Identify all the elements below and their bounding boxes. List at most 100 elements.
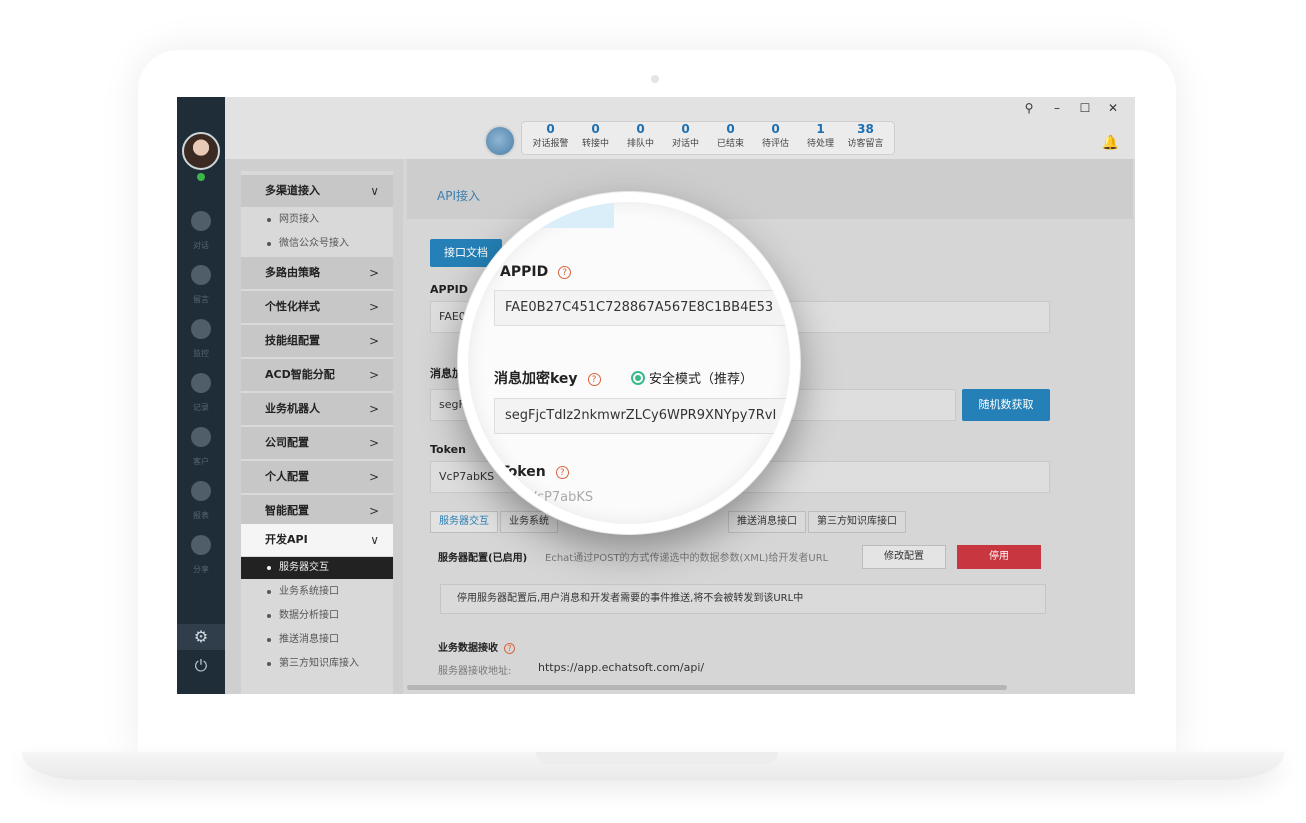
- menu-sub-web[interactable]: 网页接入: [241, 209, 393, 231]
- chevron-right-icon: >: [368, 470, 379, 484]
- rail-item-chat[interactable]: 对话: [177, 205, 225, 251]
- stats-bar: 0 对话报警 0 转接中 0 排队中 0 对话中 0 已结束 0 待评估 1 待处理 38 访客…: [521, 121, 895, 155]
- menu-sub-wechat[interactable]: 微信公众号接入: [241, 233, 393, 255]
- menu-group-label: 智能配置: [265, 504, 309, 517]
- biz-data-title-text: 业务数据接收: [438, 643, 498, 654]
- edit-config-button[interactable]: 修改配置: [862, 545, 946, 569]
- magnifier-lens: APPID? FAE0B27C451C728867A567E8C1BB4E53 …: [458, 192, 800, 534]
- menu-group-company[interactable]: 公司配置 >: [241, 427, 393, 459]
- rail-label: 留言: [193, 295, 209, 304]
- chevron-right-icon: >: [368, 300, 379, 314]
- menu-group-skills[interactable]: 技能组配置 >: [241, 325, 393, 357]
- rail-label: 对话: [193, 241, 209, 250]
- rail-label: 监控: [193, 349, 209, 358]
- left-rail: 对话 留言 监控 记录 客户 报表 分享 ⚙ ⏻: [177, 97, 225, 694]
- menu-sub-push-api[interactable]: 推送消息接口: [241, 629, 393, 651]
- menu-group-multichannel[interactable]: 多渠道接入 ∨: [241, 175, 393, 207]
- bell-icon[interactable]: 🔔: [1102, 135, 1119, 151]
- biz-url-label: 服务器接收地址:: [438, 666, 512, 677]
- lens-appid-label-text: APPID: [500, 264, 549, 280]
- help-icon[interactable]: ?: [555, 465, 569, 479]
- menu-group-label: 个人配置: [265, 470, 309, 483]
- help-icon[interactable]: ?: [558, 265, 572, 279]
- menu-group-dev-api[interactable]: 开发API ∨: [241, 524, 393, 556]
- stat-ended[interactable]: 0 已结束: [708, 122, 753, 154]
- menu-sub-analytics-api[interactable]: 数据分析接口: [241, 605, 393, 627]
- stat-queued[interactable]: 0 排队中: [618, 122, 663, 154]
- minimize-icon[interactable]: –: [1043, 101, 1071, 115]
- share-icon: [191, 535, 211, 555]
- stat-label: 待处理: [806, 139, 834, 149]
- help-icon[interactable]: ?: [587, 372, 601, 386]
- rail-item-records[interactable]: 记录: [177, 367, 225, 413]
- tab-knowledge-base[interactable]: 第三方知识库接口: [808, 511, 906, 533]
- rail-item-share[interactable]: 分享: [177, 529, 225, 575]
- stat-number: 0: [591, 122, 600, 136]
- help-icon[interactable]: ?: [504, 642, 515, 654]
- eye-icon: [191, 319, 211, 339]
- close-icon[interactable]: ✕: [1099, 101, 1127, 115]
- stat-in-chat[interactable]: 0 对话中: [663, 122, 708, 154]
- lens-appid-field[interactable]: FAE0B27C451C728867A567E8C1BB4E53: [494, 290, 790, 326]
- maximize-icon[interactable]: ☐: [1071, 101, 1099, 115]
- rail-item-reports[interactable]: 报表: [177, 475, 225, 521]
- chevron-right-icon: >: [368, 266, 379, 280]
- stat-transferring[interactable]: 0 转接中: [573, 122, 618, 154]
- chevron-right-icon: >: [368, 436, 379, 450]
- avatar[interactable]: [182, 132, 220, 170]
- server-config-row: 服务器配置(已启用) Echat通过POST的方式传递选中的数据参数(XML)给…: [430, 545, 1050, 583]
- rail-item-customers[interactable]: 客户: [177, 421, 225, 467]
- safe-mode-radio[interactable]: 安全模式（推荐）: [631, 368, 753, 387]
- pie-chart-icon: [191, 481, 211, 501]
- power-icon: ⏻: [194, 656, 208, 675]
- stat-number: 0: [636, 122, 645, 136]
- menu-group-label: 多路由策略: [265, 266, 320, 279]
- token-label: Token: [430, 443, 466, 456]
- disable-notice: 停用服务器配置后,用户消息和开发者需要的事件推送,将不会被转发到该URL中: [440, 584, 1046, 614]
- disable-button[interactable]: 停用: [957, 545, 1041, 569]
- menu-sub-server-interaction[interactable]: 服务器交互: [241, 557, 393, 579]
- lens-content: APPID? FAE0B27C451C728867A567E8C1BB4E53 …: [468, 202, 790, 524]
- stat-label: 对话中: [671, 139, 699, 149]
- stat-number: 1: [816, 122, 825, 136]
- menu-sub-knowledge-base[interactable]: 第三方知识库接入: [241, 653, 393, 675]
- rail-item-messages[interactable]: 留言: [177, 259, 225, 305]
- safe-mode-label: 安全模式（推荐）: [649, 372, 754, 387]
- stat-number: 0: [771, 122, 780, 136]
- menu-group-label: 开发API: [265, 533, 308, 546]
- contact-card-icon: [191, 427, 211, 447]
- chevron-down-icon: ∨: [370, 184, 379, 198]
- laptop-mockup: 对话 留言 监控 记录 客户 报表 分享 ⚙ ⏻ ⚲ – ☐ ✕ 0 对话报警 0 转接中…: [0, 0, 1306, 823]
- power-button[interactable]: ⏻: [177, 653, 225, 679]
- chevron-right-icon: >: [368, 368, 379, 382]
- stat-to-evaluate[interactable]: 0 待评估: [753, 122, 798, 154]
- stat-visitor-messages[interactable]: 38 访客留言: [843, 122, 888, 154]
- camera-dot: [651, 75, 659, 83]
- menu-group-label: 业务机器人: [265, 402, 320, 415]
- stat-alerts[interactable]: 0 对话报警: [528, 122, 573, 154]
- biz-data-title: 业务数据接收?: [438, 639, 515, 654]
- menu-sub-business-api[interactable]: 业务系统接口: [241, 581, 393, 603]
- lens-key-field[interactable]: segFjcTdIz2nkmwrZLCy6WPR9XNYpy7RvI: [494, 398, 790, 434]
- menu-group-acd[interactable]: ACD智能分配 >: [241, 359, 393, 391]
- online-status-dot: [197, 173, 205, 181]
- menu-group-robot[interactable]: 业务机器人 >: [241, 393, 393, 425]
- menu-group-smart[interactable]: 智能配置 >: [241, 495, 393, 527]
- pin-icon[interactable]: ⚲: [1015, 101, 1043, 115]
- stat-label: 待评估: [761, 139, 789, 149]
- rail-label: 客户: [193, 457, 209, 466]
- settings-button[interactable]: ⚙: [177, 624, 225, 650]
- menu-group-style[interactable]: 个性化样式 >: [241, 291, 393, 323]
- top-bar: ⚲ – ☐ ✕ 0 对话报警 0 转接中 0 排队中 0 对话中 0 已结束 0 待评估 1 待处理…: [225, 97, 1135, 159]
- menu-group-label: 多渠道接入: [265, 184, 320, 197]
- menu-group-personal[interactable]: 个人配置 >: [241, 461, 393, 493]
- stat-label: 转接中: [581, 139, 609, 149]
- biz-url: https://app.echatsoft.com/api/: [538, 661, 705, 674]
- menu-group-routing[interactable]: 多路由策略 >: [241, 257, 393, 289]
- rail-item-monitor[interactable]: 监控: [177, 313, 225, 359]
- appid-label: APPID: [430, 283, 468, 296]
- stat-pending[interactable]: 1 待处理: [798, 122, 843, 154]
- horizontal-scrollbar[interactable]: [407, 685, 1007, 690]
- random-key-button[interactable]: 随机数获取: [962, 389, 1050, 421]
- server-config-desc: Echat通过POST的方式传递选中的数据参数(XML)给开发者URL: [545, 553, 829, 564]
